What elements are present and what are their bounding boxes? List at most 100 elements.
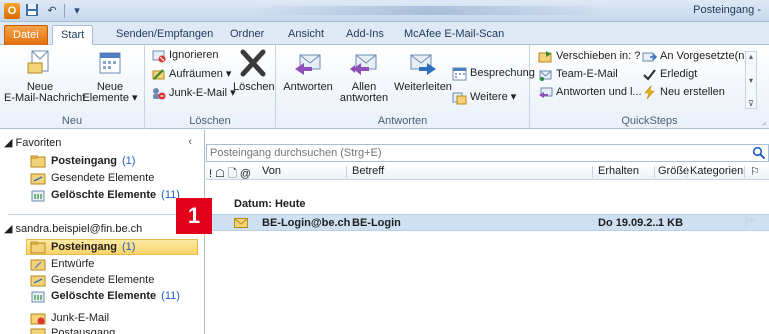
new-email-icon	[24, 49, 56, 79]
message-received: Do 19.09.2...	[598, 217, 662, 229]
fav-posteingang[interactable]: Posteingang (1)	[30, 153, 135, 169]
gallery-more-icon[interactable]: ⊽	[748, 99, 754, 108]
scroll-up-icon[interactable]: ▴	[749, 52, 753, 61]
junk-icon	[151, 86, 166, 101]
group-label-loeschen: Löschen	[189, 115, 231, 127]
cleanup-button[interactable]: Aufräumen ▾	[151, 66, 231, 83]
cleanup-icon	[151, 67, 166, 82]
junk-email-button[interactable]: Junk-E-Mail ▾	[151, 85, 236, 102]
tab-start[interactable]: Start	[52, 25, 94, 45]
inbox-folder-icon	[30, 241, 46, 254]
checkmark-icon	[642, 67, 657, 82]
ignore-button[interactable]: Ignorieren	[151, 47, 219, 64]
quickstep-to-manager[interactable]: An Vorgesetzte(n)	[642, 48, 748, 65]
quickstep-team-email[interactable]: Team-E-Mail	[538, 66, 618, 83]
outlook-app-icon[interactable]: O	[4, 3, 20, 19]
forward-icon	[407, 49, 439, 79]
title-bar: O ↶ ▾ Posteingang -	[0, 0, 769, 22]
tab-add-ins[interactable]: Add-Ins	[338, 25, 392, 45]
column-header-row: ! ☖ 🗋 @ Von Betreff Erhalten Größe Kateg…	[206, 164, 769, 180]
group-label-antworten: Antworten	[377, 115, 428, 127]
column-groesse[interactable]: Größe	[658, 165, 689, 177]
quicksteps-gallery-scroll[interactable]: ▴ ▾ ⊽	[745, 51, 757, 109]
new-items-icon	[94, 49, 126, 79]
column-von[interactable]: Von	[262, 165, 281, 177]
move-folder-icon	[538, 49, 553, 64]
more-icon	[452, 90, 467, 105]
more-respond-button[interactable]: Weitere ▾	[452, 89, 516, 106]
folder-geloeschte-elemente[interactable]: Gelöschte Elemente (11)	[30, 288, 180, 304]
tab-senden-empfangen[interactable]: Senden/Empfangen	[108, 25, 221, 45]
favorites-header[interactable]: ◢ Favoriten	[4, 136, 61, 149]
quickstep-move-to[interactable]: Verschieben in: ?	[538, 48, 640, 65]
deleted-folder-icon	[30, 290, 46, 303]
message-list-pane: ! ☖ 🗋 @ Von Betreff Erhalten Größe Kateg…	[206, 130, 769, 334]
search-input[interactable]	[207, 145, 747, 161]
account-header[interactable]: ◢ sandra.beispiel@fin.be.ch	[4, 222, 142, 235]
reply-delete-icon	[538, 85, 553, 100]
folder-junk-email[interactable]: Junk-E-Mail	[30, 310, 109, 326]
drafts-folder-icon	[30, 258, 46, 271]
group-header-today[interactable]: Datum: Heute	[234, 198, 306, 210]
window-title: Posteingang -	[693, 4, 761, 16]
quick-access-toolbar: O ↶ ▾	[4, 3, 85, 19]
message-size: 1 KB	[658, 217, 684, 229]
group-quicksteps: Verschieben in: ? Team-E-Mail Antworten …	[530, 45, 769, 129]
calendar-icon	[452, 66, 467, 81]
quickstep-create-new[interactable]: Neu erstellen	[642, 84, 725, 101]
forward-button[interactable]: Weiterleiten	[390, 49, 456, 93]
column-kategorien[interactable]: Kategorien	[690, 165, 743, 177]
reply-all-icon	[348, 49, 380, 79]
save-icon[interactable]	[24, 3, 40, 19]
tab-ordner[interactable]: Ordner	[222, 25, 272, 45]
customize-toolbar-icon[interactable]: ▾	[69, 3, 85, 19]
dialog-launcher-icon[interactable]: ⌟	[762, 117, 766, 126]
folder-entwuerfe[interactable]: Entwürfe	[30, 256, 94, 272]
quickstep-done[interactable]: Erledigt	[642, 66, 697, 83]
scroll-down-icon[interactable]: ▾	[749, 76, 753, 85]
folder-postausgang[interactable]: Postausgang	[30, 325, 115, 334]
column-flag-icon[interactable]: ⚐	[750, 165, 760, 178]
search-box[interactable]	[206, 144, 769, 162]
followup-flag-icon[interactable]	[744, 217, 757, 229]
group-label-quicksteps: QuickSteps	[621, 115, 678, 127]
group-neu: Neue E-Mail-Nachricht Neue Elemente ▾ Ne…	[0, 45, 145, 129]
reply-icon	[292, 49, 324, 79]
quickstep-reply-delete[interactable]: Antworten und l...	[538, 84, 642, 101]
fav-gesendete-elemente[interactable]: Gesendete Elemente	[30, 170, 154, 186]
column-betreff[interactable]: Betreff	[352, 165, 384, 177]
window-title-blurred	[250, 6, 610, 15]
junk-folder-icon	[30, 312, 46, 325]
to-manager-icon	[642, 49, 658, 64]
column-erhalten[interactable]: Erhalten	[598, 165, 639, 177]
search-icon[interactable]	[752, 146, 766, 160]
team-email-icon	[538, 67, 553, 82]
tab-datei[interactable]: Datei	[4, 25, 48, 45]
outbox-folder-icon	[30, 327, 46, 334]
folder-posteingang[interactable]: Posteingang (1)	[26, 239, 198, 255]
deleted-folder-icon	[30, 189, 46, 202]
column-flags-icons[interactable]: ! ☖ 🗋 @	[209, 165, 251, 184]
table-row[interactable]: BE-Login@be.ch BE-Login Do 19.09.2... 1 …	[206, 214, 769, 231]
group-loeschen: Ignorieren Aufräumen ▾ Junk-E-Mail ▾ Lös…	[145, 45, 276, 129]
fav-geloeschte-elemente[interactable]: Gelöschte Elemente (11)	[30, 187, 180, 203]
sent-folder-icon	[30, 172, 46, 185]
new-email-button[interactable]: Neue E-Mail-Nachricht	[4, 49, 85, 104]
meeting-button[interactable]: Besprechung	[452, 65, 535, 82]
inbox-folder-icon	[30, 155, 46, 168]
reply-all-button[interactable]: Allen antworten	[338, 49, 390, 104]
new-items-button[interactable]: Neue Elemente ▾	[80, 49, 140, 104]
tab-ansicht[interactable]: Ansicht	[280, 25, 332, 45]
step-callout-badge: 1	[176, 198, 212, 234]
tab-mcafee[interactable]: McAfee E-Mail-Scan	[396, 25, 512, 45]
sent-folder-icon	[30, 274, 46, 287]
delete-button[interactable]: Löschen	[233, 49, 275, 93]
ignore-icon	[151, 48, 166, 63]
collapse-nav-icon[interactable]: ‹	[188, 136, 192, 148]
envelope-icon	[234, 218, 248, 228]
navigation-pane: ◢ Favoriten ‹ Posteingang (1) Gesendete …	[0, 130, 205, 334]
undo-icon[interactable]: ↶	[44, 3, 60, 19]
reply-button[interactable]: Antworten	[280, 49, 336, 93]
folder-gesendete-elemente[interactable]: Gesendete Elemente	[30, 272, 154, 288]
lightning-icon	[642, 84, 657, 100]
